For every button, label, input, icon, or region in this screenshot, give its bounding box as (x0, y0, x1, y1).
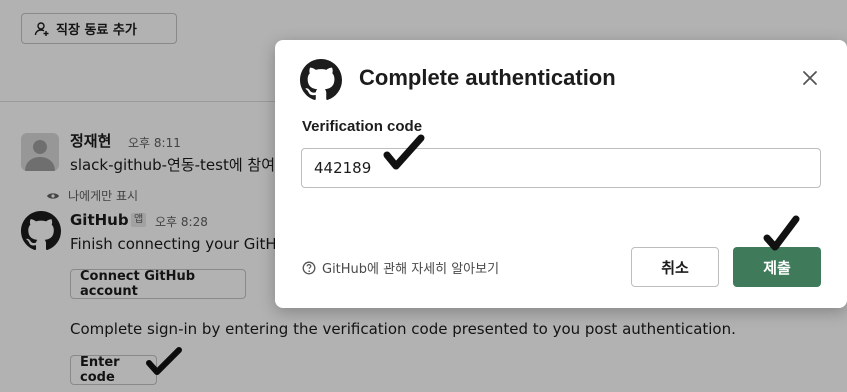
checkmark-annotation (383, 134, 425, 170)
submit-label: 제출 (763, 258, 791, 277)
help-link-text: GitHub에 관해 자세히 알아보기 (322, 262, 500, 277)
help-circle-icon (302, 261, 316, 274)
help-link[interactable]: GitHub에 관해 자세히 알아보기 (302, 258, 499, 277)
github-logo-icon (300, 59, 342, 100)
cancel-label: 취소 (661, 258, 689, 277)
close-icon[interactable] (799, 67, 821, 89)
cancel-button[interactable]: 취소 (631, 247, 719, 287)
checkmark-annotation (763, 215, 800, 251)
submit-button[interactable]: 제출 (733, 247, 821, 287)
dialog-title: Complete authentication (359, 65, 616, 90)
verification-code-input[interactable]: 442189 (301, 148, 821, 188)
authentication-dialog: Complete authentication Verification cod… (275, 40, 847, 308)
verification-code-value: 442189 (314, 159, 372, 177)
